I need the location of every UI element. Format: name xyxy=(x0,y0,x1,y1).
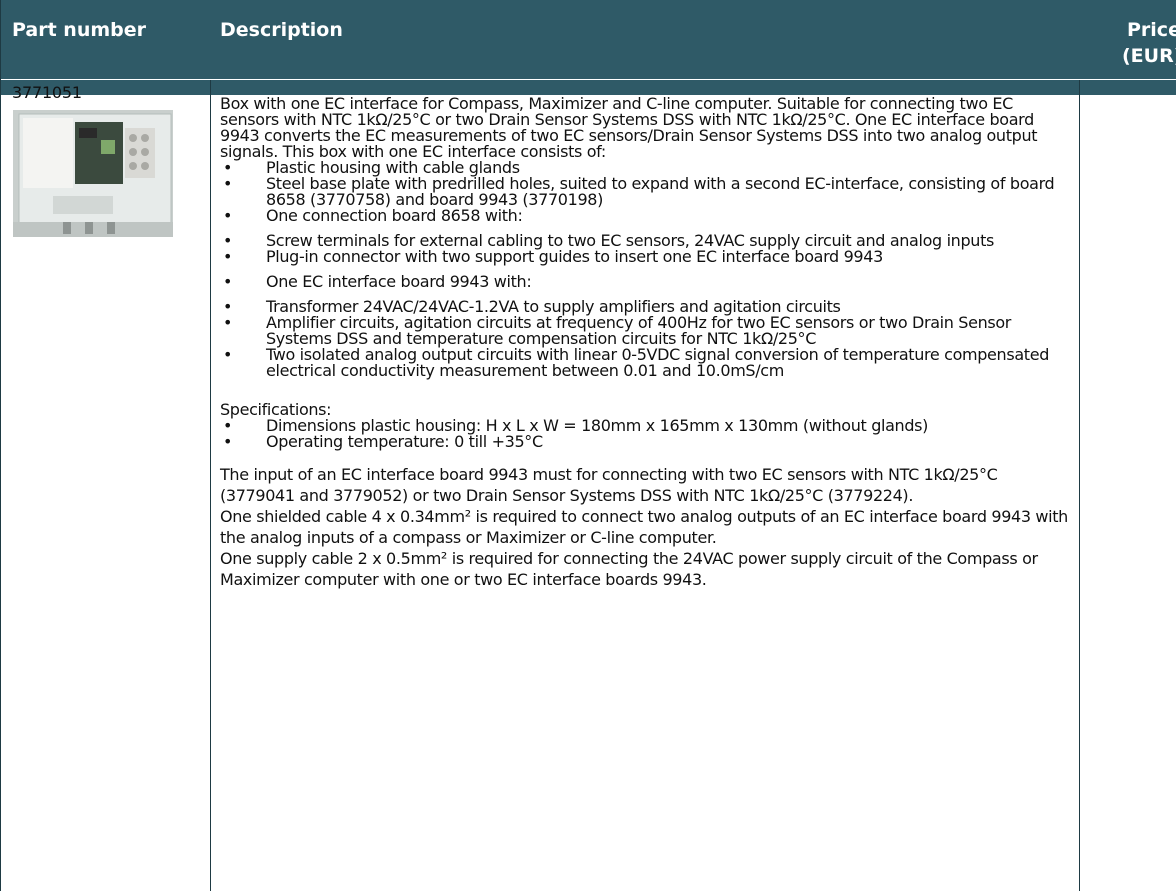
description-cell: Box with one EC interface for Compass, M… xyxy=(220,96,1072,590)
components-list-continued: One EC interface board 9943 with: xyxy=(220,274,1072,291)
list-item: One EC interface board 9943 with: xyxy=(220,274,1072,291)
description-intro: Box with one EC interface for Compass, M… xyxy=(220,94,1038,161)
table-left-border xyxy=(0,0,1,891)
column-divider-1 xyxy=(210,80,211,891)
note-paragraph: The input of an EC interface board 9943 … xyxy=(220,465,998,505)
product-table: Part number Description Price (EUR) 3771… xyxy=(0,0,1176,891)
header-part-number: Part number xyxy=(12,19,147,41)
list-item: Amplifier circuits, agitation circuits a… xyxy=(220,315,1072,347)
list-item: Steel base plate with predrilled holes, … xyxy=(220,176,1072,208)
column-divider-2 xyxy=(1079,80,1080,891)
board-8658-sublist: Screw terminals for external cabling to … xyxy=(220,233,1072,266)
list-item: Plug-in connector with two support guide… xyxy=(220,249,1072,266)
ec-interface-box-icon xyxy=(13,110,173,237)
header-divider xyxy=(0,79,1176,80)
list-item: One connection board 8658 with: xyxy=(220,208,1072,225)
note-paragraph: One shielded cable 4 x 0.34mm² is requir… xyxy=(220,507,1068,547)
board-9943-sublist: Transformer 24VAC/24VAC-1.2VA to supply … xyxy=(220,299,1072,379)
list-item: Operating temperature: 0 till +35°C xyxy=(220,434,1072,451)
part-number-value: 3771051 xyxy=(12,83,82,102)
specifications-list: Dimensions plastic housing: H x L x W = … xyxy=(220,418,1072,451)
product-photo xyxy=(13,110,173,237)
list-item: Two isolated analog output circuits with… xyxy=(220,347,1072,379)
components-list: Plastic housing with cable glands Steel … xyxy=(220,160,1072,225)
table-header xyxy=(0,0,1176,95)
note-paragraph: One supply cable 2 x 0.5mm² is required … xyxy=(220,549,1038,589)
header-price: Price xyxy=(1127,19,1176,41)
header-description: Description xyxy=(220,19,343,41)
header-price-unit: (EUR) xyxy=(1122,45,1176,67)
